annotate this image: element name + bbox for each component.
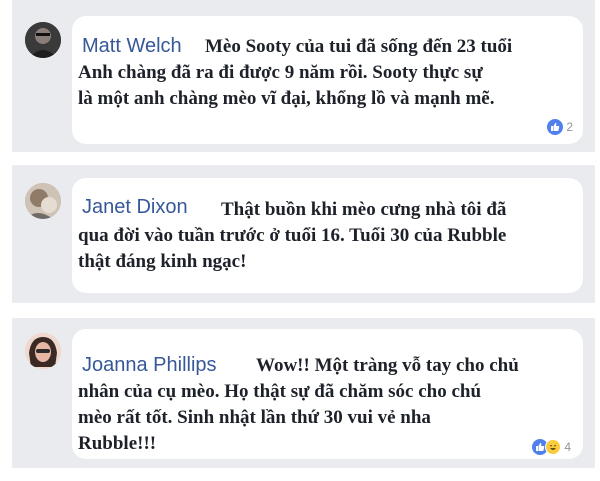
comment-bubble: Matt Welch Mèo Sooty của tui đã sống đến… (72, 16, 583, 144)
comment-text: Thật buồn khi mèo cưng nhà tôi đã (221, 199, 507, 220)
reaction-summary[interactable]: 2 (547, 119, 573, 135)
comment-text: mèo rất tốt. Sinh nhật lần thứ 30 vui vẻ… (78, 407, 431, 428)
author-name[interactable]: Janet Dixon (82, 196, 188, 219)
comment-text: Rubble!!! (78, 433, 157, 454)
comment-text: thật đáng kinh ngạc! (78, 251, 247, 272)
comment-text: nhân của cụ mèo. Họ thật sự đã chăm sóc … (78, 381, 482, 402)
comment-bubble: Janet Dixon Thật buồn khi mèo cưng nhà t… (72, 178, 583, 293)
avatar[interactable] (25, 183, 61, 219)
comment-text: qua đời vào tuần trước ở tuổi 16. Tuổi 3… (78, 225, 507, 246)
author-name[interactable]: Matt Welch (82, 35, 182, 58)
comment-panel: Janet Dixon Thật buồn khi mèo cưng nhà t… (12, 165, 595, 303)
reaction-summary[interactable]: 4 (532, 439, 571, 455)
comment-bubble: Joanna Phillips Wow!! Một tràng vỗ tay c… (72, 329, 583, 459)
author-name[interactable]: Joanna Phillips (82, 354, 217, 377)
comment-text: là một anh chàng mèo vĩ đại, khổng lồ và… (78, 88, 495, 109)
haha-icon (545, 439, 562, 455)
like-icon (547, 119, 564, 135)
avatar[interactable] (25, 22, 61, 58)
avatar[interactable] (25, 333, 61, 369)
comment-text: Anh chàng đã ra đi được 9 năm rồi. Sooty… (78, 62, 483, 83)
reaction-count: 2 (566, 120, 573, 134)
comment-panel: Matt Welch Mèo Sooty của tui đã sống đến… (12, 0, 595, 152)
reaction-count: 4 (564, 440, 571, 454)
comment-text: Mèo Sooty của tui đã sống đến 23 tuổi (205, 36, 513, 57)
comment-panel: Joanna Phillips Wow!! Một tràng vỗ tay c… (12, 318, 595, 468)
comment-text: Wow!! Một tràng vỗ tay cho chủ (256, 355, 519, 376)
